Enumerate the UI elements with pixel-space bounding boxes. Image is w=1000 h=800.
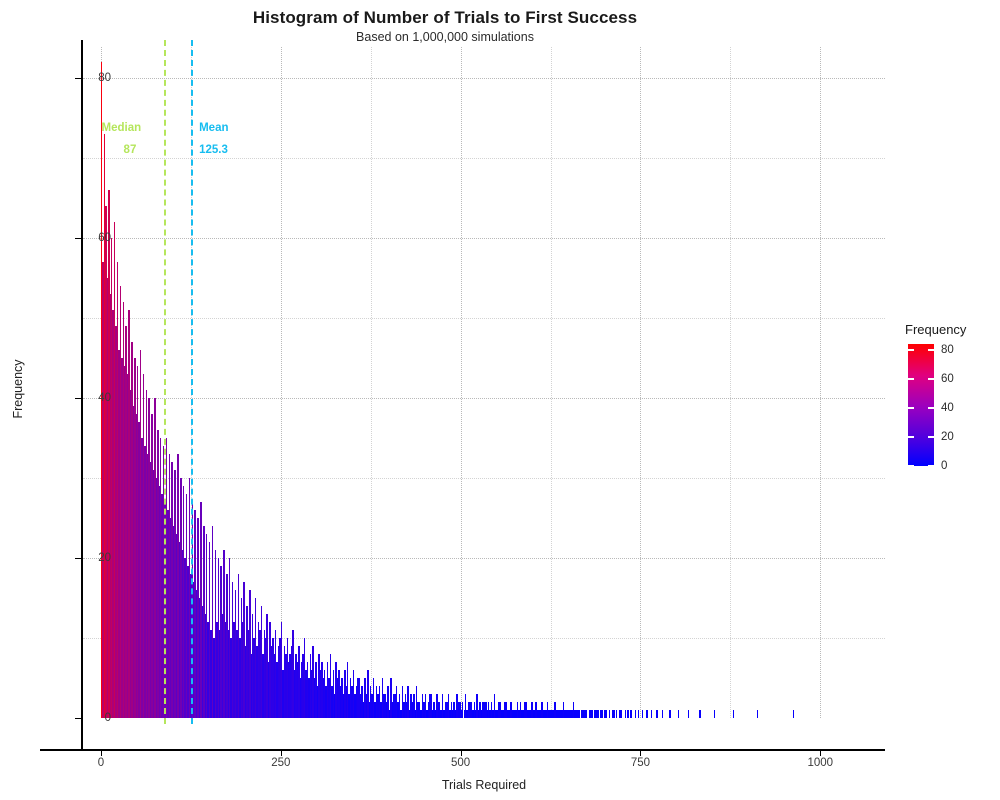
histogram-bar bbox=[627, 710, 629, 718]
legend-tick-label: 0 bbox=[941, 460, 948, 472]
legend: Frequency 0 20 40 60 80 bbox=[905, 322, 1000, 472]
histogram-bar bbox=[630, 710, 632, 718]
median-reference-line bbox=[163, 40, 166, 724]
legend-tick-label: 40 bbox=[941, 401, 954, 414]
chart-root: Histogram of Number of Trials to First S… bbox=[0, 0, 1000, 800]
histogram-bar bbox=[608, 710, 611, 718]
histogram-bar bbox=[634, 710, 637, 718]
x-axis-line bbox=[40, 749, 885, 751]
histogram-bar bbox=[662, 710, 664, 718]
y-axis-tick-mark bbox=[75, 398, 81, 399]
x-axis-tick-label: 0 bbox=[97, 757, 105, 769]
histogram-bar bbox=[792, 710, 795, 718]
legend-tick-mark bbox=[928, 377, 934, 380]
chart-title: Histogram of Number of Trials to First S… bbox=[252, 8, 638, 27]
histogram-bar bbox=[687, 710, 690, 718]
histogram-bar bbox=[613, 710, 615, 718]
y-axis-tick-label: 20 bbox=[98, 552, 111, 564]
legend-tick-mark bbox=[908, 406, 914, 409]
histogram-bar bbox=[699, 710, 701, 718]
y-axis-tick-mark bbox=[75, 558, 81, 559]
histogram-bar bbox=[641, 710, 644, 718]
x-axis-tick-label: 1000 bbox=[807, 757, 834, 769]
x-axis-tick-mark bbox=[640, 751, 642, 756]
y-axis-tick-label: 80 bbox=[98, 72, 111, 84]
histogram-bar bbox=[605, 710, 608, 718]
legend-colorbar bbox=[908, 344, 934, 466]
legend-tick-mark bbox=[928, 348, 934, 351]
legend-tick-label: 80 bbox=[941, 343, 954, 356]
legend-tick-mark bbox=[908, 465, 914, 467]
chart-subtitle: Based on 1,000,000 simulations bbox=[356, 30, 534, 44]
legend-tick-mark bbox=[928, 465, 934, 467]
x-axis-tick-label: 750 bbox=[630, 757, 651, 769]
histogram-bar bbox=[620, 710, 622, 718]
x-axis-tick-mark bbox=[820, 751, 822, 756]
histogram-bar bbox=[615, 710, 618, 718]
mean-annotation-label: Mean bbox=[199, 122, 229, 134]
histogram-bar bbox=[650, 710, 652, 718]
legend-title: Frequency bbox=[905, 322, 967, 337]
y-axis-label: Frequency bbox=[11, 359, 25, 419]
legend-tick-mark bbox=[908, 377, 914, 380]
x-axis-tick-mark bbox=[280, 751, 282, 756]
y-axis-tick-mark bbox=[75, 718, 81, 719]
mean-reference-line bbox=[191, 40, 194, 724]
histogram-bar bbox=[624, 710, 627, 718]
x-axis-tick-label: 250 bbox=[271, 757, 291, 769]
y-axis-tick-label: 40 bbox=[98, 392, 111, 404]
y-axis-tick-mark bbox=[75, 238, 81, 239]
histogram-bar bbox=[597, 710, 599, 718]
median-annotation-label: Median bbox=[101, 122, 142, 134]
histogram-bar bbox=[646, 710, 648, 718]
legend-tick-mark bbox=[908, 435, 914, 438]
median-annotation-value: 87 bbox=[123, 144, 137, 156]
x-axis-label: Trials Required bbox=[441, 778, 527, 792]
histogram-bar bbox=[656, 710, 658, 718]
histogram-bar bbox=[591, 710, 593, 718]
histogram-bar bbox=[585, 710, 588, 718]
histogram-bar bbox=[601, 710, 604, 718]
legend-tick-label: 60 bbox=[941, 372, 954, 385]
histogram-bar bbox=[713, 710, 716, 718]
x-axis-tick-mark bbox=[100, 751, 102, 756]
histogram-bar bbox=[578, 710, 581, 718]
histogram-bar bbox=[637, 710, 639, 718]
legend-tick-mark bbox=[928, 435, 934, 438]
legend-body: 0 20 40 60 80 bbox=[905, 343, 1000, 472]
mean-annotation-value: 125.3 bbox=[199, 144, 228, 156]
legend-tick-mark bbox=[928, 406, 934, 409]
histogram-bar bbox=[677, 710, 680, 718]
y-axis-tick-mark bbox=[75, 78, 81, 79]
x-axis-tick-mark bbox=[460, 751, 462, 756]
plot-panel: Median 87 Mean 125.3 bbox=[83, 40, 885, 724]
legend-tick-mark bbox=[908, 348, 914, 351]
y-axis-tick-label: 0 bbox=[104, 712, 111, 724]
x-axis-tick-label: 500 bbox=[451, 757, 471, 769]
histogram-bar bbox=[669, 710, 671, 718]
y-axis-tick-label: 60 bbox=[98, 232, 111, 244]
histogram-bar bbox=[756, 710, 759, 718]
legend-tick-label: 20 bbox=[941, 430, 954, 443]
histogram-bar bbox=[732, 710, 734, 718]
